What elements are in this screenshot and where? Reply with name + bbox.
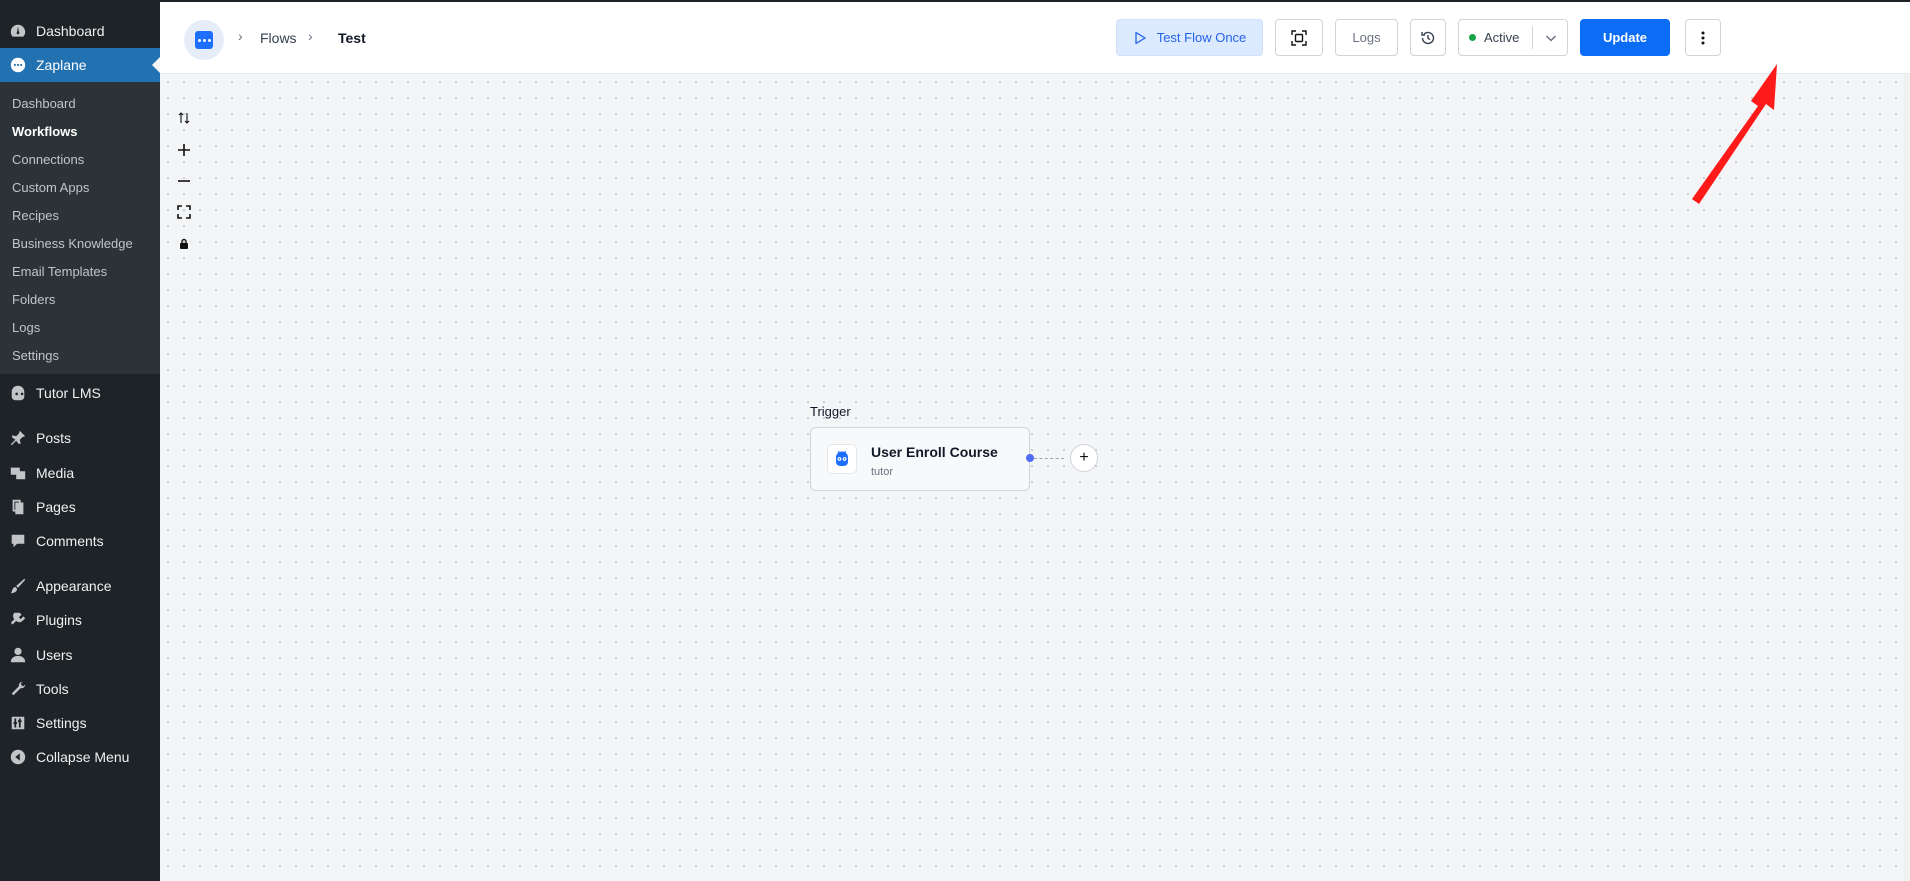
tutor-icon bbox=[8, 383, 28, 403]
status-divider bbox=[1532, 26, 1533, 49]
logs-button[interactable]: Logs bbox=[1335, 19, 1398, 56]
minus-icon bbox=[178, 180, 190, 182]
node-output-handle[interactable] bbox=[1026, 454, 1034, 462]
history-icon bbox=[1421, 31, 1435, 44]
menu-tutor-lms[interactable]: Tutor LMS bbox=[0, 376, 160, 410]
node-title: User Enroll Course bbox=[871, 444, 998, 460]
menu-posts[interactable]: Posts bbox=[0, 421, 160, 455]
layout-toggle-control[interactable] bbox=[174, 108, 194, 128]
zaplane-logo[interactable] bbox=[184, 20, 224, 60]
menu-tools[interactable]: Tools bbox=[0, 672, 160, 706]
menu-zaplane-label: Zaplane bbox=[36, 57, 87, 73]
plus-icon bbox=[178, 144, 190, 156]
lock-icon bbox=[180, 238, 188, 249]
media-icon bbox=[8, 463, 28, 483]
menu-posts-label: Posts bbox=[36, 430, 72, 446]
wp-admin-sidebar: Dashboard Zaplane Dashboard Workflows Co… bbox=[0, 0, 160, 881]
zaplane-submenu: Dashboard Workflows Connections Custom A… bbox=[0, 82, 160, 374]
chevron-right-icon: › bbox=[308, 28, 313, 44]
zoom-out-control[interactable] bbox=[174, 171, 194, 191]
status-dot-icon bbox=[1469, 34, 1476, 41]
trigger-label: Trigger bbox=[810, 404, 851, 419]
status-dropdown[interactable]: Active bbox=[1458, 19, 1568, 56]
sliders-icon bbox=[8, 713, 28, 733]
menu-pages[interactable]: Pages bbox=[0, 490, 160, 524]
menu-comments-label: Comments bbox=[36, 533, 104, 549]
flow-canvas[interactable]: Trigger User Enroll Course tutor bbox=[160, 74, 1904, 881]
lock-control[interactable] bbox=[174, 234, 194, 254]
menu-plugins[interactable]: Plugins bbox=[0, 603, 160, 637]
breadcrumb-flows[interactable]: Flows bbox=[260, 30, 297, 46]
zaplane-logo-icon bbox=[195, 31, 213, 49]
node-subtitle: tutor bbox=[871, 466, 894, 478]
play-icon bbox=[1135, 31, 1146, 44]
submenu-settings[interactable]: Settings bbox=[12, 346, 59, 366]
menu-tutor-lms-label: Tutor LMS bbox=[36, 385, 101, 401]
menu-settings[interactable]: Settings bbox=[0, 706, 160, 740]
zoom-in-control[interactable] bbox=[174, 140, 194, 160]
chevron-down-icon[interactable] bbox=[1543, 30, 1559, 46]
menu-users[interactable]: Users bbox=[0, 638, 160, 672]
add-step-button[interactable]: + bbox=[1070, 444, 1098, 472]
collapse-icon bbox=[8, 747, 28, 767]
submenu-business-knowledge[interactable]: Business Knowledge bbox=[12, 234, 133, 254]
zaplane-icon bbox=[8, 55, 28, 75]
plugin-icon bbox=[8, 610, 28, 630]
menu-collapse[interactable]: Collapse Menu bbox=[0, 740, 160, 774]
menu-media-label: Media bbox=[36, 465, 75, 481]
menu-comments[interactable]: Comments bbox=[0, 524, 160, 558]
fit-view-button[interactable] bbox=[1275, 19, 1323, 56]
pages-icon bbox=[8, 497, 28, 517]
menu-dashboard-label: Dashboard bbox=[36, 23, 105, 39]
dashboard-icon bbox=[8, 21, 28, 41]
pin-icon bbox=[8, 428, 28, 448]
submenu-connections[interactable]: Connections bbox=[12, 150, 84, 170]
menu-appearance[interactable]: Appearance bbox=[0, 569, 160, 603]
comment-icon bbox=[8, 531, 28, 551]
tutor-app-icon bbox=[827, 444, 857, 474]
connector-line bbox=[1034, 458, 1064, 459]
submenu-recipes[interactable]: Recipes bbox=[12, 206, 59, 226]
logs-label: Logs bbox=[1352, 30, 1381, 45]
update-label: Update bbox=[1602, 30, 1648, 45]
fit-view-control[interactable] bbox=[174, 202, 194, 222]
submenu-email-templates[interactable]: Email Templates bbox=[12, 262, 107, 282]
menu-appearance-label: Appearance bbox=[36, 578, 112, 594]
submenu-workflows[interactable]: Workflows bbox=[12, 122, 78, 142]
menu-users-label: Users bbox=[36, 647, 73, 663]
menu-pages-label: Pages bbox=[36, 499, 76, 515]
trigger-node[interactable]: User Enroll Course tutor bbox=[810, 427, 1030, 491]
plus-icon: + bbox=[1079, 449, 1089, 466]
submenu-custom-apps[interactable]: Custom Apps bbox=[12, 178, 89, 198]
more-options-button[interactable] bbox=[1685, 19, 1721, 56]
submenu-logs[interactable]: Logs bbox=[12, 318, 40, 338]
menu-media[interactable]: Media bbox=[0, 456, 160, 490]
wrench-icon bbox=[8, 679, 28, 699]
menu-dashboard[interactable]: Dashboard bbox=[0, 14, 160, 48]
test-flow-once-button[interactable]: Test Flow Once bbox=[1116, 19, 1263, 56]
status-label: Active bbox=[1484, 30, 1520, 45]
kebab-menu-icon bbox=[1701, 31, 1705, 44]
chevron-right-icon: › bbox=[238, 28, 243, 44]
sort-arrows-icon bbox=[178, 112, 190, 124]
menu-plugins-label: Plugins bbox=[36, 612, 82, 628]
breadcrumb-current: Test bbox=[338, 30, 366, 46]
history-button[interactable] bbox=[1410, 19, 1446, 56]
menu-zaplane[interactable]: Zaplane bbox=[0, 48, 160, 82]
brush-icon bbox=[8, 576, 28, 596]
screenshot-icon bbox=[1291, 29, 1307, 46]
test-flow-once-label: Test Flow Once bbox=[1156, 30, 1247, 45]
update-button[interactable]: Update bbox=[1580, 19, 1670, 56]
menu-collapse-label: Collapse Menu bbox=[36, 749, 130, 765]
menu-tools-label: Tools bbox=[36, 681, 69, 697]
fullscreen-icon bbox=[177, 205, 191, 219]
menu-settings-label: Settings bbox=[36, 715, 87, 731]
submenu-folders[interactable]: Folders bbox=[12, 290, 55, 310]
submenu-dashboard[interactable]: Dashboard bbox=[12, 94, 76, 114]
canvas-scrollbar[interactable] bbox=[1904, 74, 1910, 881]
user-icon bbox=[8, 645, 28, 665]
